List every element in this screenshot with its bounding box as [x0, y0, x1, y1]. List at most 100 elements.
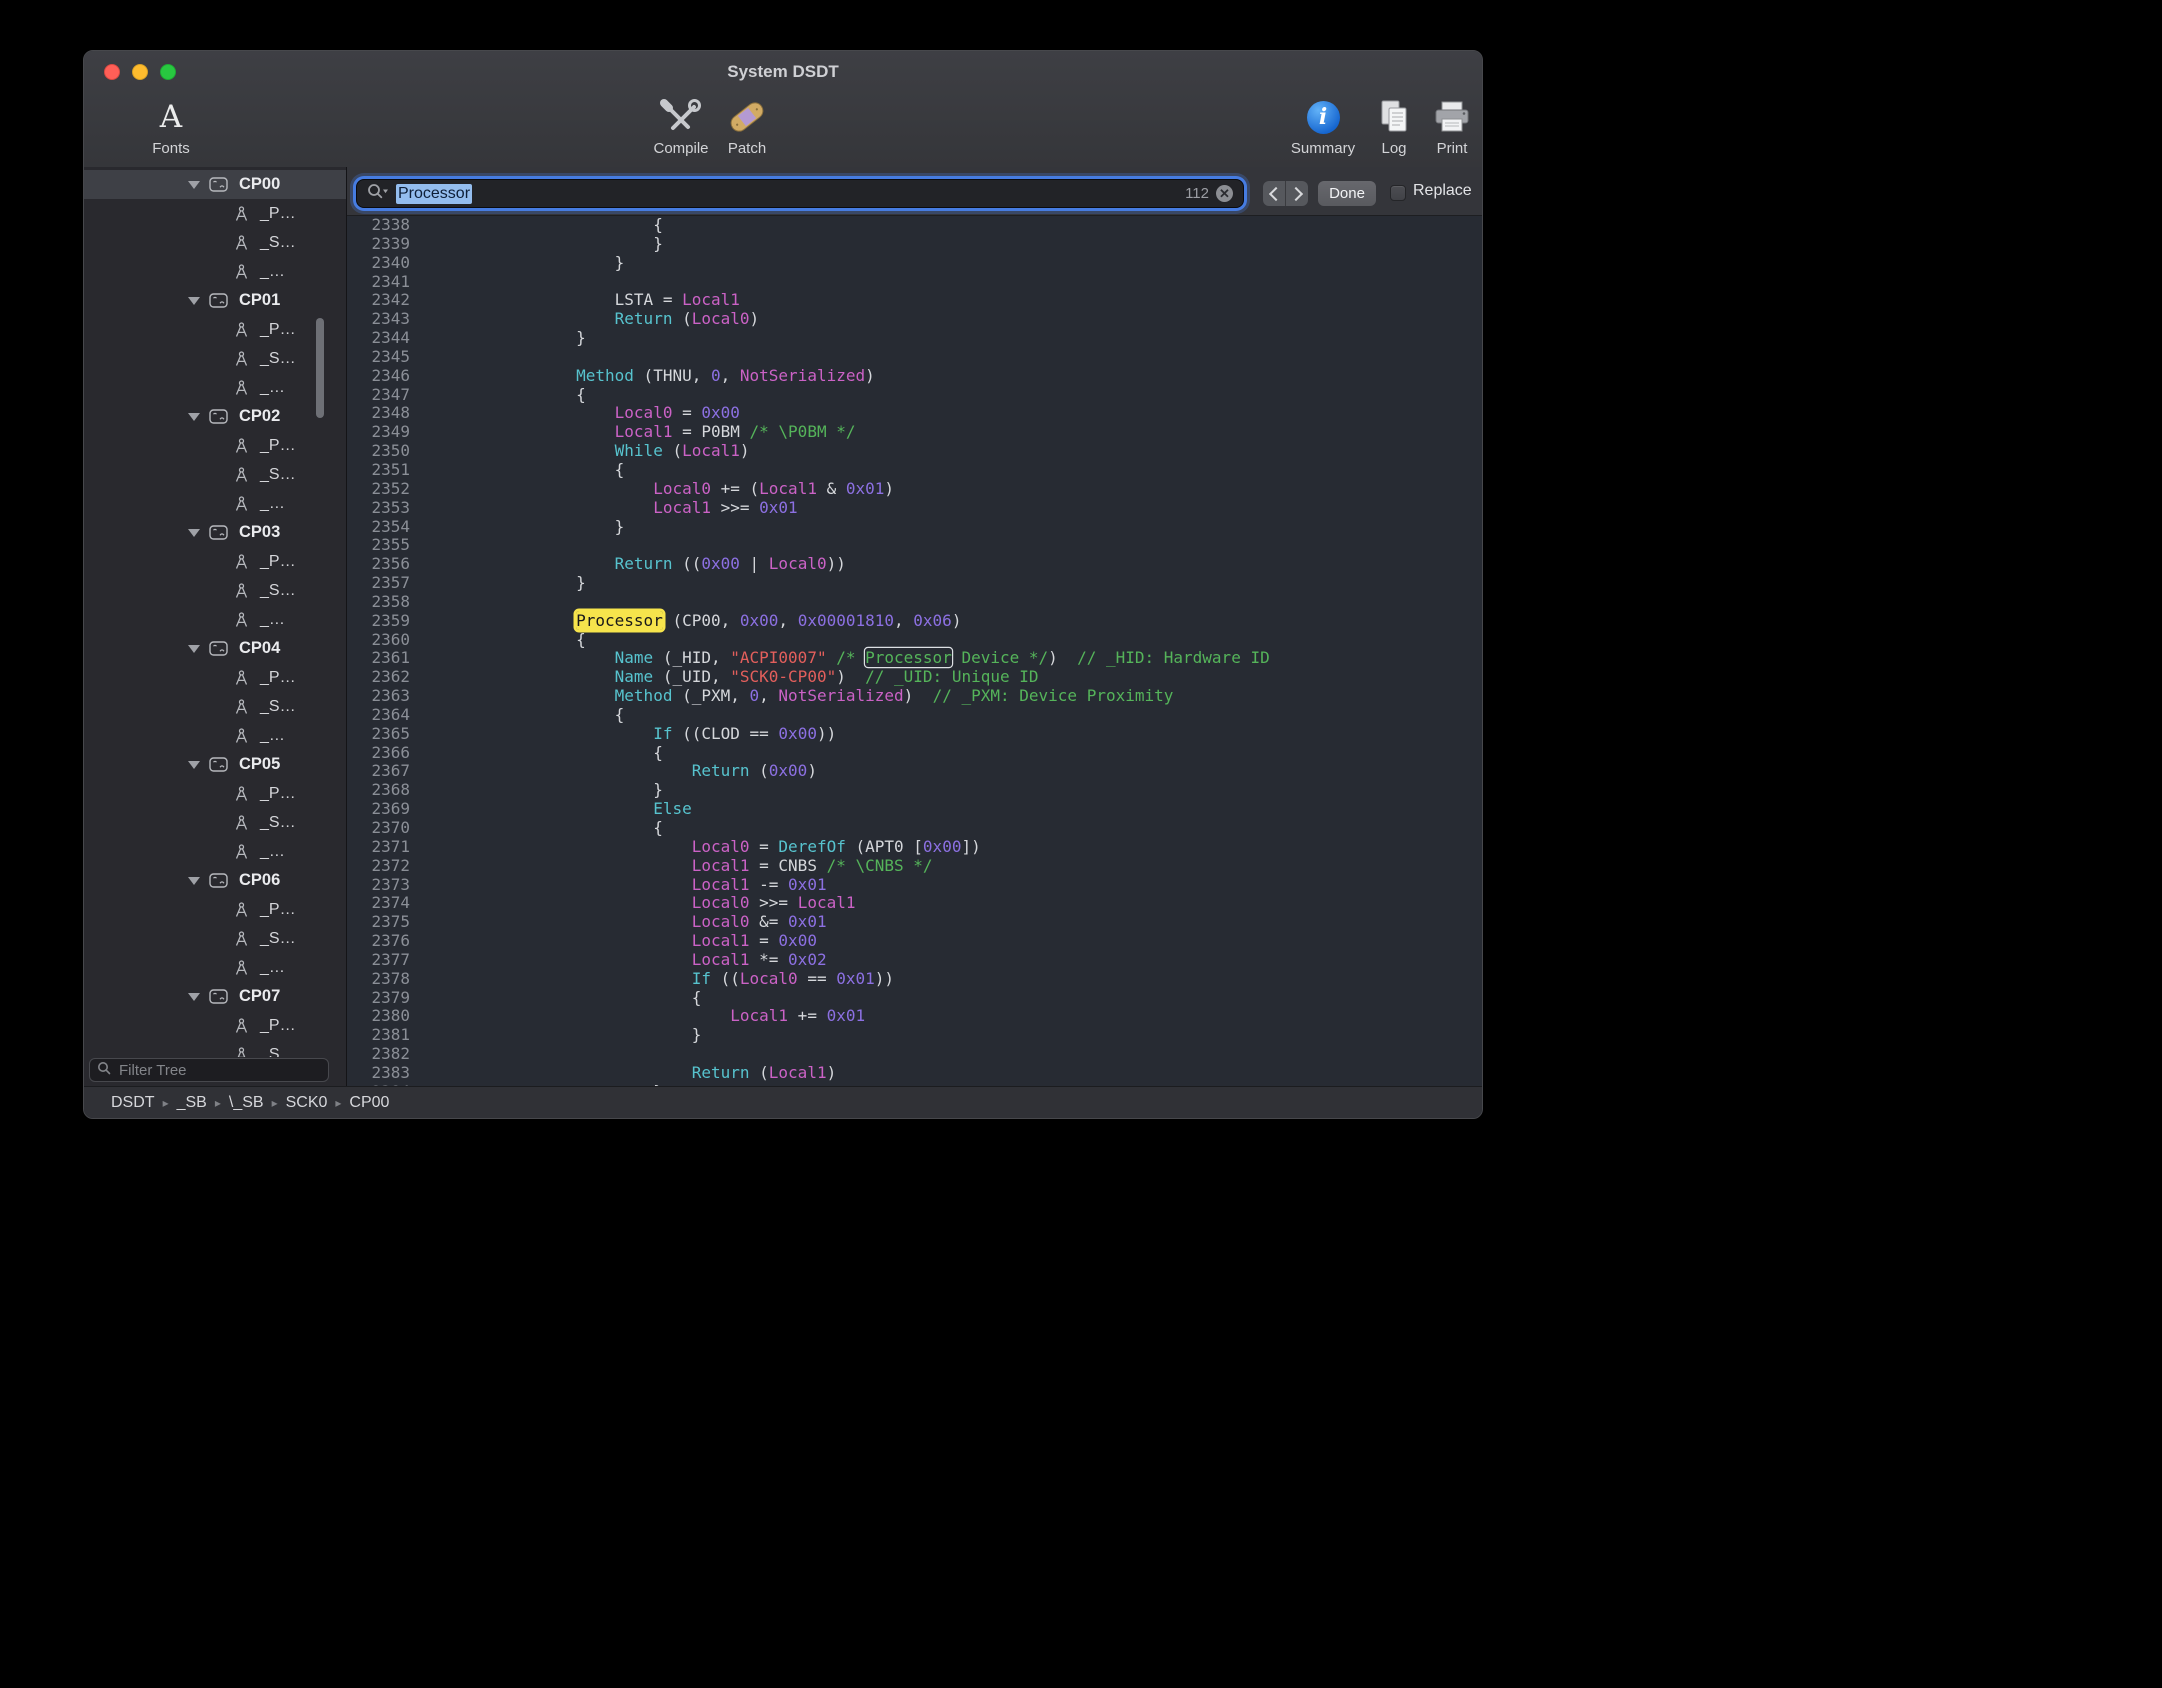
breadcrumb-separator-icon: ▸: [163, 1096, 169, 1110]
disclosure-triangle-icon[interactable]: [188, 529, 200, 537]
search-menu-icon[interactable]: [367, 183, 389, 204]
line-number: 2371: [347, 838, 410, 857]
code-text: Local0 = DerefOf (APT0 [0x00]): [422, 837, 981, 856]
next-match-button[interactable]: [1285, 181, 1308, 206]
tree-item-label: _S…: [260, 1046, 296, 1058]
fonts-button[interactable]: A Fonts: [116, 97, 226, 157]
code-line: 2371 Local0 = DerefOf (APT0 [0x00]): [347, 838, 1482, 857]
disclosure-triangle-icon[interactable]: [188, 877, 200, 885]
breadcrumb-item[interactable]: DSDT: [111, 1094, 155, 1112]
line-number: 2373: [347, 876, 410, 895]
filter-search-icon: [97, 1061, 111, 1080]
sidebar-scrollbar[interactable]: [316, 318, 324, 418]
code-text: Local1 -= 0x01: [422, 875, 827, 894]
tree-item-cp01[interactable]: CP01: [84, 286, 346, 315]
disclosure-triangle-icon[interactable]: [188, 761, 200, 769]
clear-search-icon[interactable]: ✕: [1216, 185, 1233, 202]
tree-item-child[interactable]: _S…: [84, 228, 346, 257]
tree-item-child[interactable]: _…: [84, 605, 346, 634]
code-editor[interactable]: 2338 {2339 }2340 }23412342 LSTA = Local1…: [347, 216, 1482, 1086]
method-icon: [234, 786, 249, 802]
line-number: 2374: [347, 894, 410, 913]
disclosure-triangle-icon[interactable]: [188, 413, 200, 421]
code-line: 2348 Local0 = 0x00: [347, 404, 1482, 423]
filter-tree-input[interactable]: [117, 1061, 321, 1080]
disclosure-triangle-icon[interactable]: [188, 993, 200, 1001]
tree-item-cp02[interactable]: CP02: [84, 402, 346, 431]
desktop-background: System DSDT A Fonts Compile: [0, 0, 2162, 1688]
line-number: 2362: [347, 668, 410, 687]
tree-item-cp07[interactable]: CP07: [84, 982, 346, 1011]
filter-tree-field[interactable]: [89, 1058, 329, 1082]
line-number: 2381: [347, 1026, 410, 1045]
tree-item-label: _P…: [260, 205, 296, 223]
tree-item-child[interactable]: _P…: [84, 779, 346, 808]
disclosure-triangle-icon[interactable]: [188, 297, 200, 305]
scope-icon: [209, 757, 228, 772]
breadcrumb-item[interactable]: _SB: [177, 1094, 207, 1112]
code-line: 2383 Return (Local1): [347, 1064, 1482, 1083]
code-line: 2380 Local1 += 0x01: [347, 1007, 1482, 1026]
tree-item-cp06[interactable]: CP06: [84, 866, 346, 895]
tree-item-child[interactable]: _…: [84, 953, 346, 982]
code-line: 2343 Return (Local0): [347, 310, 1482, 329]
find-input[interactable]: Processor 112 ✕: [356, 179, 1244, 208]
tree-item-child[interactable]: _S…: [84, 692, 346, 721]
tree-item-child[interactable]: _S…: [84, 808, 346, 837]
tree-item-label: _P…: [260, 437, 296, 455]
scope-icon: [209, 293, 228, 308]
patch-label: Patch: [728, 140, 766, 157]
code-text: }: [422, 780, 663, 799]
tree-item-child[interactable]: _S…: [84, 1040, 346, 1057]
line-number: 2358: [347, 593, 410, 612]
tree-item-child[interactable]: _…: [84, 837, 346, 866]
tree-item-child[interactable]: _…: [84, 257, 346, 286]
tree-item-child[interactable]: _S…: [84, 924, 346, 953]
tree-item-child[interactable]: _P…: [84, 895, 346, 924]
tree-item-cp03[interactable]: CP03: [84, 518, 346, 547]
tree-item-child[interactable]: _P…: [84, 663, 346, 692]
method-icon: [234, 728, 249, 744]
breadcrumb-separator-icon: ▸: [335, 1096, 341, 1110]
previous-match-button[interactable]: [1263, 181, 1285, 206]
code-text: Local1 *= 0x02: [422, 950, 827, 969]
patch-button[interactable]: Patch: [692, 97, 802, 157]
tree-item-child[interactable]: _S…: [84, 344, 346, 373]
tree-item-child[interactable]: _…: [84, 721, 346, 750]
tree-item-cp00[interactable]: CP00: [84, 170, 346, 199]
code-line: 2355: [347, 536, 1482, 555]
tree-item-child[interactable]: _P…: [84, 1011, 346, 1040]
tree-item-child[interactable]: _P…: [84, 431, 346, 460]
breadcrumb-item[interactable]: SCK0: [286, 1094, 328, 1112]
method-icon: [234, 554, 249, 570]
line-number: 2368: [347, 781, 410, 800]
replace-checkbox[interactable]: [1390, 185, 1406, 201]
tree-item-child[interactable]: _S…: [84, 460, 346, 489]
code-text: Local0 += (Local1 & 0x01): [422, 479, 894, 498]
fonts-icon: A: [160, 98, 182, 136]
breadcrumb-item[interactable]: CP00: [349, 1094, 389, 1112]
tree-item-cp04[interactable]: CP04: [84, 634, 346, 663]
tree-item-child[interactable]: _P…: [84, 547, 346, 576]
line-number: 2364: [347, 706, 410, 725]
tree-item-child[interactable]: _…: [84, 489, 346, 518]
tree-item-child[interactable]: _…: [84, 373, 346, 402]
disclosure-triangle-icon[interactable]: [188, 645, 200, 653]
code-line: 2346 Method (THNU, 0, NotSerialized): [347, 367, 1482, 386]
disclosure-triangle-icon[interactable]: [188, 181, 200, 189]
code-text: Name (_HID, "ACPI0007" /* Processor Devi…: [422, 648, 1270, 667]
line-number: 2360: [347, 631, 410, 650]
code-text: Local1 += 0x01: [422, 1006, 865, 1025]
code-text: Return (Local1): [422, 1063, 836, 1082]
line-number: 2341: [347, 273, 410, 292]
breadcrumb-item[interactable]: \_SB: [229, 1094, 264, 1112]
code-text: Local1 = P0BM /* \P0BM */: [422, 422, 855, 441]
tree-item-child[interactable]: _P…: [84, 199, 346, 228]
code-text: Local0 = 0x00: [422, 403, 740, 422]
code-line: 2360 {: [347, 631, 1482, 650]
print-button[interactable]: Print: [1397, 97, 1483, 157]
done-button[interactable]: Done: [1318, 181, 1376, 206]
tree-item-child[interactable]: _S…: [84, 576, 346, 605]
tree-item-child[interactable]: _P…: [84, 315, 346, 344]
tree-item-cp05[interactable]: CP05: [84, 750, 346, 779]
